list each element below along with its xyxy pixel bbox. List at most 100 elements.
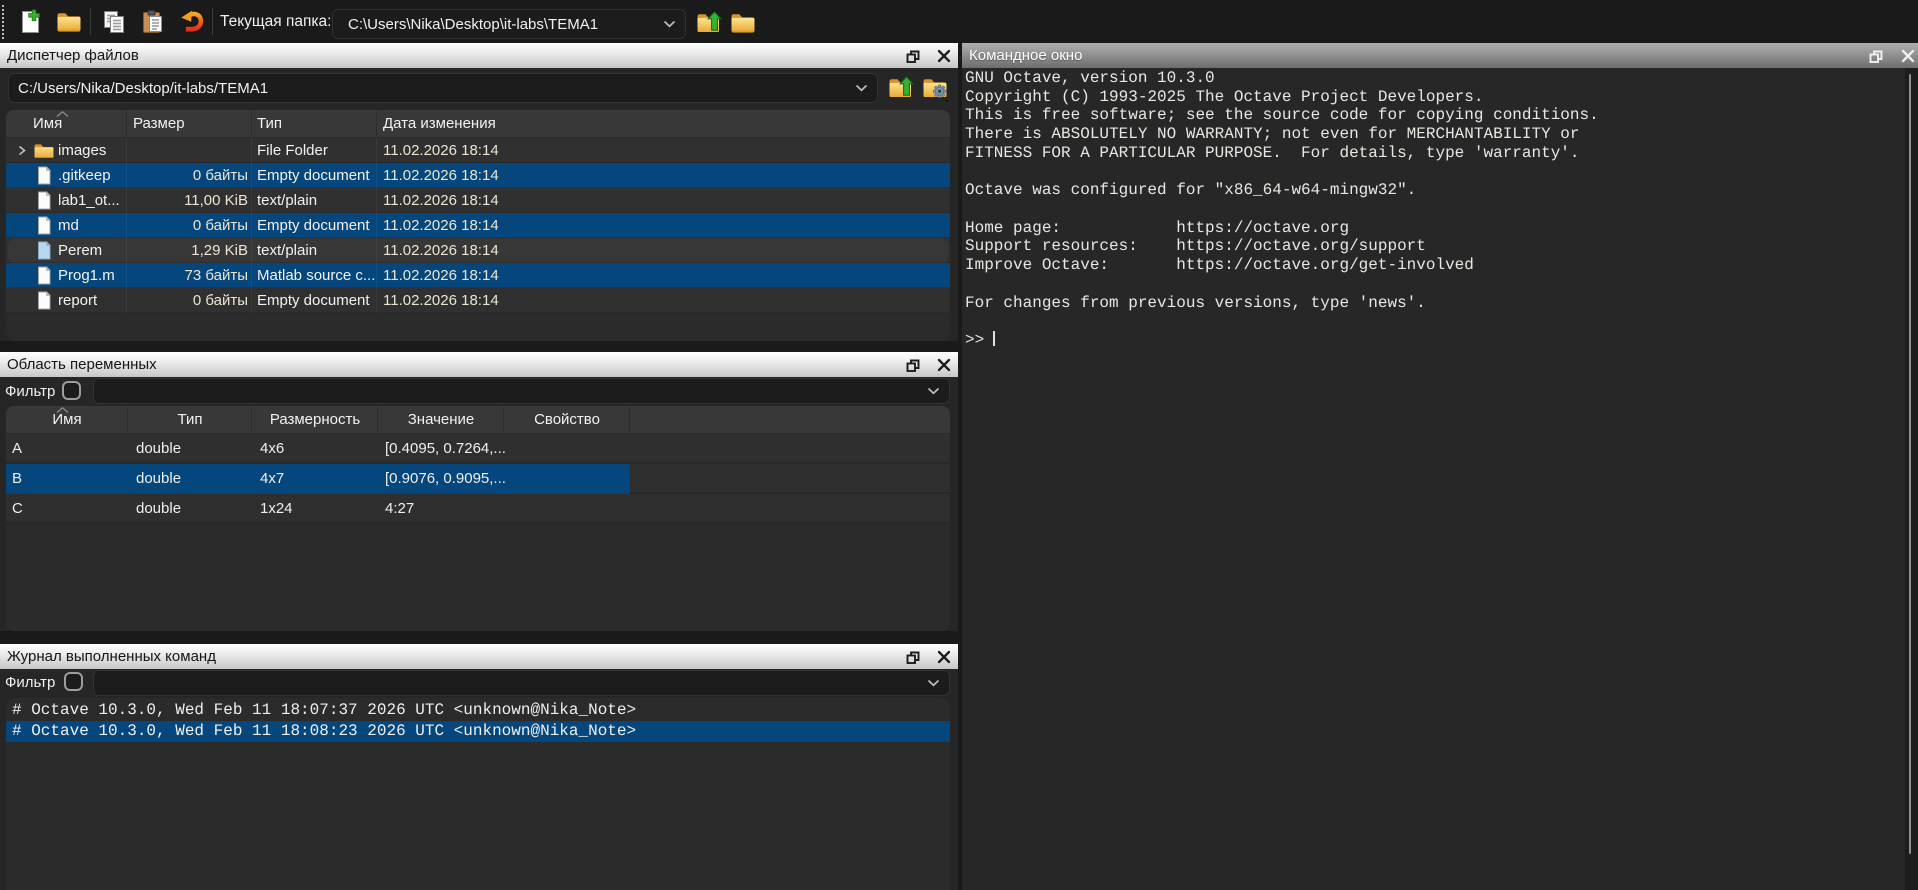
column-header-date[interactable]: Дата изменения bbox=[383, 110, 496, 137]
close-widget-button[interactable] bbox=[936, 48, 952, 64]
file-type: Matlab source c... bbox=[257, 263, 376, 288]
toolbar-drag-handle[interactable] bbox=[2, 5, 5, 39]
file-row-md[interactable]: md0 байтыEmpty document11.02.2026 18:14 bbox=[6, 213, 950, 238]
file-icon bbox=[33, 191, 55, 210]
copy-button[interactable] bbox=[100, 8, 128, 36]
file-row-report[interactable]: report0 байтыEmpty document11.02.2026 18… bbox=[6, 288, 950, 313]
browse-directories-button[interactable] bbox=[729, 9, 757, 37]
close-icon bbox=[936, 649, 952, 665]
filter-checkbox[interactable] bbox=[62, 381, 81, 400]
history-filter-text bbox=[94, 671, 919, 695]
file-browser-panel: C:/Users/Nika/Desktop/it-labs/TEMA1 bbox=[0, 68, 958, 341]
file-browser-titlebar[interactable]: Диспетчер файлов bbox=[0, 43, 958, 68]
command-window-scrollbar[interactable] bbox=[1905, 68, 1918, 890]
fb-actions-button[interactable] bbox=[921, 74, 949, 102]
undo-button[interactable] bbox=[178, 8, 206, 36]
file-name: images bbox=[58, 138, 125, 163]
variable-name: C bbox=[12, 494, 122, 524]
column-separator[interactable] bbox=[251, 111, 252, 136]
variable-row-A[interactable]: Adouble4x6[0.4095, 0.7264,... bbox=[6, 434, 950, 464]
variable-row-B[interactable]: Bdouble4x7[0.9076, 0.9095,... bbox=[6, 464, 950, 494]
file-icon bbox=[33, 216, 55, 235]
undock-widget-button[interactable] bbox=[905, 649, 921, 665]
column-header-class[interactable]: Тип bbox=[128, 406, 252, 433]
file-row-lab1_ot...[interactable]: lab1_ot...11,00 KiBtext/plain11.02.2026 … bbox=[6, 188, 950, 213]
history-filter-combobox[interactable] bbox=[93, 670, 950, 696]
file-name: Prog1.m bbox=[58, 263, 125, 288]
column-separator[interactable] bbox=[126, 111, 127, 136]
expand-arrow-icon[interactable] bbox=[17, 145, 27, 156]
current-folder-path: C:\Users\Nika\Desktop\it-labs\TEMA1 bbox=[333, 10, 655, 38]
column-header-size[interactable]: Размер bbox=[133, 110, 185, 137]
undock-widget-button[interactable] bbox=[905, 48, 921, 64]
close-icon bbox=[936, 357, 952, 373]
file-type: Empty document bbox=[257, 213, 376, 238]
sort-ascending-icon bbox=[56, 111, 69, 117]
column-header-dimension[interactable]: Размерность bbox=[252, 406, 378, 433]
variable-dimension: 4x6 bbox=[260, 434, 380, 464]
column-header-value[interactable]: Значение bbox=[378, 406, 504, 433]
column-separator[interactable] bbox=[376, 111, 377, 136]
variable-class: double bbox=[136, 464, 254, 494]
column-separator[interactable] bbox=[127, 407, 128, 432]
command-window-titlebar[interactable]: Командное окно bbox=[962, 43, 1918, 68]
file-table-body: images File Folder 11.02.2026 18:14 .gitke… bbox=[6, 138, 950, 313]
filter-label: Фильтр bbox=[5, 674, 55, 691]
file-browser-path-combobox[interactable]: C:/Users/Nika/Desktop/it-labs/TEMA1 bbox=[8, 73, 878, 103]
command-prompt-line[interactable]: >> bbox=[965, 331, 995, 350]
history-title: Журнал выполненных команд bbox=[7, 644, 216, 669]
file-date: 11.02.2026 18:14 bbox=[383, 263, 583, 288]
column-separator[interactable] bbox=[503, 407, 504, 432]
fb-directory-up-button[interactable] bbox=[887, 74, 915, 102]
column-separator[interactable] bbox=[377, 407, 378, 432]
current-folder-combobox[interactable]: C:\Users\Nika\Desktop\it-labs\TEMA1 bbox=[332, 9, 686, 39]
file-row-.gitkeep[interactable]: .gitkeep0 байтыEmpty document11.02.2026 … bbox=[6, 163, 950, 188]
column-header-attribute[interactable]: Свойство bbox=[504, 406, 630, 433]
open-file-button[interactable] bbox=[55, 8, 83, 36]
column-separator[interactable] bbox=[251, 407, 252, 432]
file-name: lab1_ot... bbox=[58, 188, 125, 213]
main-toolbar: Текущая папка: C:\Users\Nika\Desktop\it-… bbox=[0, 0, 1918, 43]
file-size: 73 байты bbox=[129, 263, 248, 288]
command-window[interactable]: GNU Octave, version 10.3.0 Copyright (C)… bbox=[962, 68, 1905, 890]
workspace-titlebar[interactable]: Область переменных bbox=[0, 352, 958, 377]
file-row-Prog1.m[interactable]: Prog1.m73 байты Matlab source c... 11.02.2… bbox=[6, 263, 950, 288]
column-separator[interactable] bbox=[629, 407, 630, 432]
file-date: 11.02.2026 18:14 bbox=[383, 213, 583, 238]
file-type: Empty document bbox=[257, 163, 376, 188]
undock-widget-button[interactable] bbox=[1868, 48, 1884, 64]
file-type: text/plain bbox=[257, 238, 376, 263]
column-header-type[interactable]: Тип bbox=[257, 110, 282, 137]
close-widget-button[interactable] bbox=[936, 357, 952, 373]
file-row-images[interactable]: imagesFile Folder11.02.2026 18:14 bbox=[6, 138, 950, 163]
float-panel-icon bbox=[905, 649, 921, 665]
column-grid-line bbox=[376, 138, 377, 313]
workspace-table-body: Adouble4x6[0.4095, 0.7264,...Bdouble4x7[… bbox=[6, 434, 950, 524]
scrollbar-handle[interactable] bbox=[1909, 74, 1911, 854]
file-row-Perem[interactable]: Perem1,29 KiBtext/plain11.02.2026 18:14 bbox=[6, 238, 950, 263]
paste-button[interactable] bbox=[139, 8, 167, 36]
variable-attribute bbox=[510, 464, 628, 494]
directory-up-button[interactable] bbox=[695, 9, 723, 37]
history-titlebar[interactable]: Журнал выполненных команд bbox=[0, 644, 958, 669]
new-script-button[interactable] bbox=[18, 8, 46, 36]
file-type: text/plain bbox=[257, 188, 376, 213]
file-size bbox=[129, 138, 248, 163]
close-widget-button[interactable] bbox=[936, 649, 952, 665]
workspace-filter-combobox[interactable] bbox=[93, 378, 950, 404]
filter-checkbox[interactable] bbox=[64, 672, 83, 691]
variable-attribute bbox=[510, 494, 628, 524]
file-browser-table: Имя Размер Тип Дата изменения imagesFile… bbox=[6, 110, 950, 341]
history-entry[interactable]: # Octave 10.3.0, Wed Feb 11 18:08:23 202… bbox=[6, 721, 950, 742]
chevron-down-icon bbox=[927, 679, 940, 687]
column-grid-line bbox=[126, 138, 127, 313]
history-entry[interactable]: # Octave 10.3.0, Wed Feb 11 18:07:37 202… bbox=[6, 700, 950, 721]
undock-widget-button[interactable] bbox=[905, 357, 921, 373]
float-panel-icon bbox=[1868, 48, 1884, 64]
file-type: Empty document bbox=[257, 288, 376, 313]
variable-row-C[interactable]: Cdouble1x244:27 bbox=[6, 494, 950, 524]
file-type: File Folder bbox=[257, 138, 376, 163]
close-widget-button[interactable] bbox=[1900, 48, 1916, 64]
chevron-down-icon bbox=[663, 20, 676, 28]
folder-icon bbox=[33, 141, 55, 160]
